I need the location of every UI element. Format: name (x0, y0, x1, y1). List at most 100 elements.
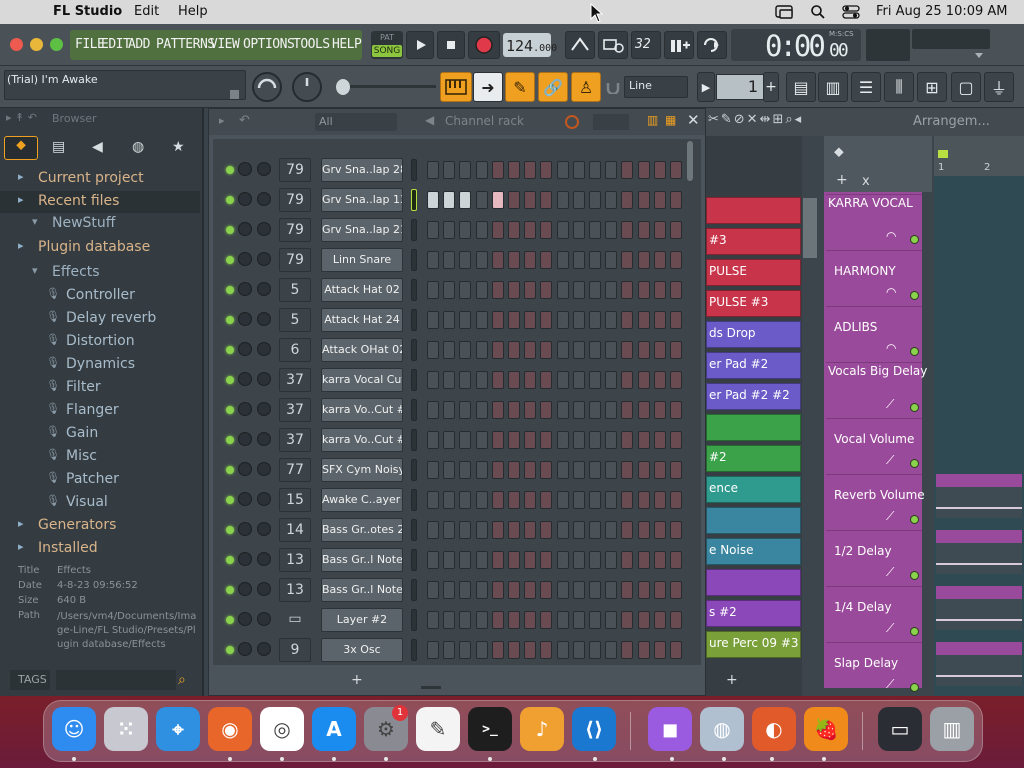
step-button[interactable] (524, 311, 537, 329)
step-button[interactable] (491, 371, 504, 389)
step-button[interactable] (637, 371, 650, 389)
step-button[interactable] (524, 611, 537, 629)
step-button[interactable] (653, 341, 666, 359)
step-button[interactable] (540, 461, 553, 479)
channel-mixer-track[interactable]: 37 (279, 368, 311, 392)
step-button[interactable] (475, 461, 488, 479)
step-button[interactable] (475, 281, 488, 299)
step-button[interactable] (589, 491, 601, 509)
step-button[interactable] (670, 581, 682, 599)
magnet-icon[interactable] (606, 82, 620, 94)
pattern-clip[interactable]: PULSE #3 (706, 290, 801, 317)
step-button[interactable] (589, 221, 601, 239)
step-button[interactable] (621, 251, 634, 269)
step-button[interactable] (572, 521, 585, 539)
screenshot-icon[interactable]: ▭ (878, 707, 922, 751)
safari-icon[interactable]: ⌖ (156, 707, 200, 751)
track-header[interactable]: HARMONY ◠ (826, 250, 922, 306)
step-button[interactable] (459, 641, 472, 659)
step-button[interactable] (508, 431, 520, 449)
channel-pan-knob[interactable] (238, 612, 252, 626)
channel-name-button[interactable]: Attack OHat 02 (321, 338, 403, 362)
channel-mixer-track[interactable]: 79 (279, 188, 311, 212)
automation-clip[interactable]: 1/2 Delay (936, 530, 1022, 574)
step-button[interactable] (508, 161, 520, 179)
rack-scrollbar[interactable] (687, 141, 693, 181)
channel-volume-knob[interactable] (257, 462, 271, 476)
step-button[interactable] (540, 341, 553, 359)
channel-name-button[interactable]: Attack Hat 24 (321, 308, 403, 332)
step-button[interactable] (459, 341, 472, 359)
channel-name-button[interactable]: karra Vo..Cut #2 (321, 398, 403, 422)
step-button[interactable] (670, 311, 682, 329)
step-button[interactable] (443, 311, 456, 329)
channel-mute-led[interactable] (226, 646, 234, 654)
track-mute-led[interactable] (910, 627, 919, 636)
plugin-picker-icon[interactable]: ⊞ (917, 72, 947, 102)
menu-help[interactable]: HELP (332, 37, 362, 52)
step-button[interactable] (621, 551, 634, 569)
playhead-marker[interactable] (938, 150, 948, 158)
channel-select-indicator[interactable] (411, 369, 417, 391)
menubar-app-name[interactable]: FL Studio (53, 4, 122, 19)
track-header[interactable]: 1/4 Delay ⟋ (826, 586, 922, 642)
textedit-icon[interactable]: ✎ (416, 707, 460, 751)
step-button[interactable] (621, 521, 634, 539)
oscilloscope-monitor[interactable] (912, 29, 990, 49)
channel-volume-knob[interactable] (257, 522, 271, 536)
pattern-number-display[interactable]: 32 (631, 31, 661, 59)
step-button[interactable] (491, 311, 504, 329)
pattern-clip[interactable]: e Noise (706, 538, 801, 565)
step-button[interactable] (459, 491, 472, 509)
browser-tab-plugins-icon[interactable]: ◀ (92, 139, 103, 155)
step-button[interactable] (459, 251, 472, 269)
rack-filter-select[interactable]: All (315, 113, 397, 131)
channel-name-button[interactable]: Layer #2 (321, 608, 403, 632)
step-button[interactable] (540, 641, 553, 659)
step-button[interactable] (605, 611, 618, 629)
automation-clip[interactable]: 1/4 Delay (936, 586, 1022, 630)
step-button[interactable] (491, 281, 504, 299)
pattern-clip[interactable]: er Pad #2 #2 (706, 383, 801, 410)
step-button[interactable] (556, 221, 569, 239)
step-button[interactable] (572, 281, 585, 299)
channel-pan-knob[interactable] (238, 342, 252, 356)
step-button[interactable] (572, 341, 585, 359)
channel-mute-led[interactable] (226, 166, 234, 174)
step-button[interactable] (508, 311, 520, 329)
step-button[interactable] (475, 191, 488, 209)
channel-volume-knob[interactable] (257, 312, 271, 326)
channel-mixer-track[interactable]: 15 (279, 488, 311, 512)
channel-pan-knob[interactable] (238, 402, 252, 416)
step-button[interactable] (653, 431, 666, 449)
step-button[interactable] (653, 491, 666, 509)
step-button[interactable] (637, 461, 650, 479)
step-button[interactable] (589, 371, 601, 389)
channel-volume-knob[interactable] (257, 342, 271, 356)
browser-item[interactable]: ▸ Recent files (0, 191, 200, 213)
channel-select-indicator[interactable] (411, 459, 417, 481)
step-button[interactable] (508, 371, 520, 389)
step-button[interactable] (427, 161, 439, 179)
channel-name-button[interactable]: Linn Snare (321, 248, 403, 272)
channel-volume-knob[interactable] (257, 642, 271, 656)
menu-add[interactable]: ADD (128, 37, 150, 52)
step-button[interactable] (670, 641, 682, 659)
vscode-icon[interactable]: ⟨⟩ (572, 707, 616, 751)
step-button[interactable] (637, 641, 650, 659)
step-button[interactable] (443, 161, 456, 179)
window-zoom-button[interactable] (50, 38, 63, 51)
pattern-clip[interactable]: #3 (706, 228, 801, 255)
playlist-window-icon[interactable]: ▤ (786, 72, 816, 102)
channel-pan-knob[interactable] (238, 462, 252, 476)
step-button[interactable] (459, 311, 472, 329)
channel-pan-knob[interactable] (238, 222, 252, 236)
channel-pan-knob[interactable] (238, 282, 252, 296)
step-button[interactable] (605, 461, 618, 479)
step-button[interactable] (670, 221, 682, 239)
step-button[interactable] (524, 281, 537, 299)
track-header[interactable]: Slap Delay ⟋ (826, 642, 922, 698)
step-button[interactable] (556, 461, 569, 479)
channel-volume-knob[interactable] (257, 612, 271, 626)
step-button[interactable] (621, 581, 634, 599)
